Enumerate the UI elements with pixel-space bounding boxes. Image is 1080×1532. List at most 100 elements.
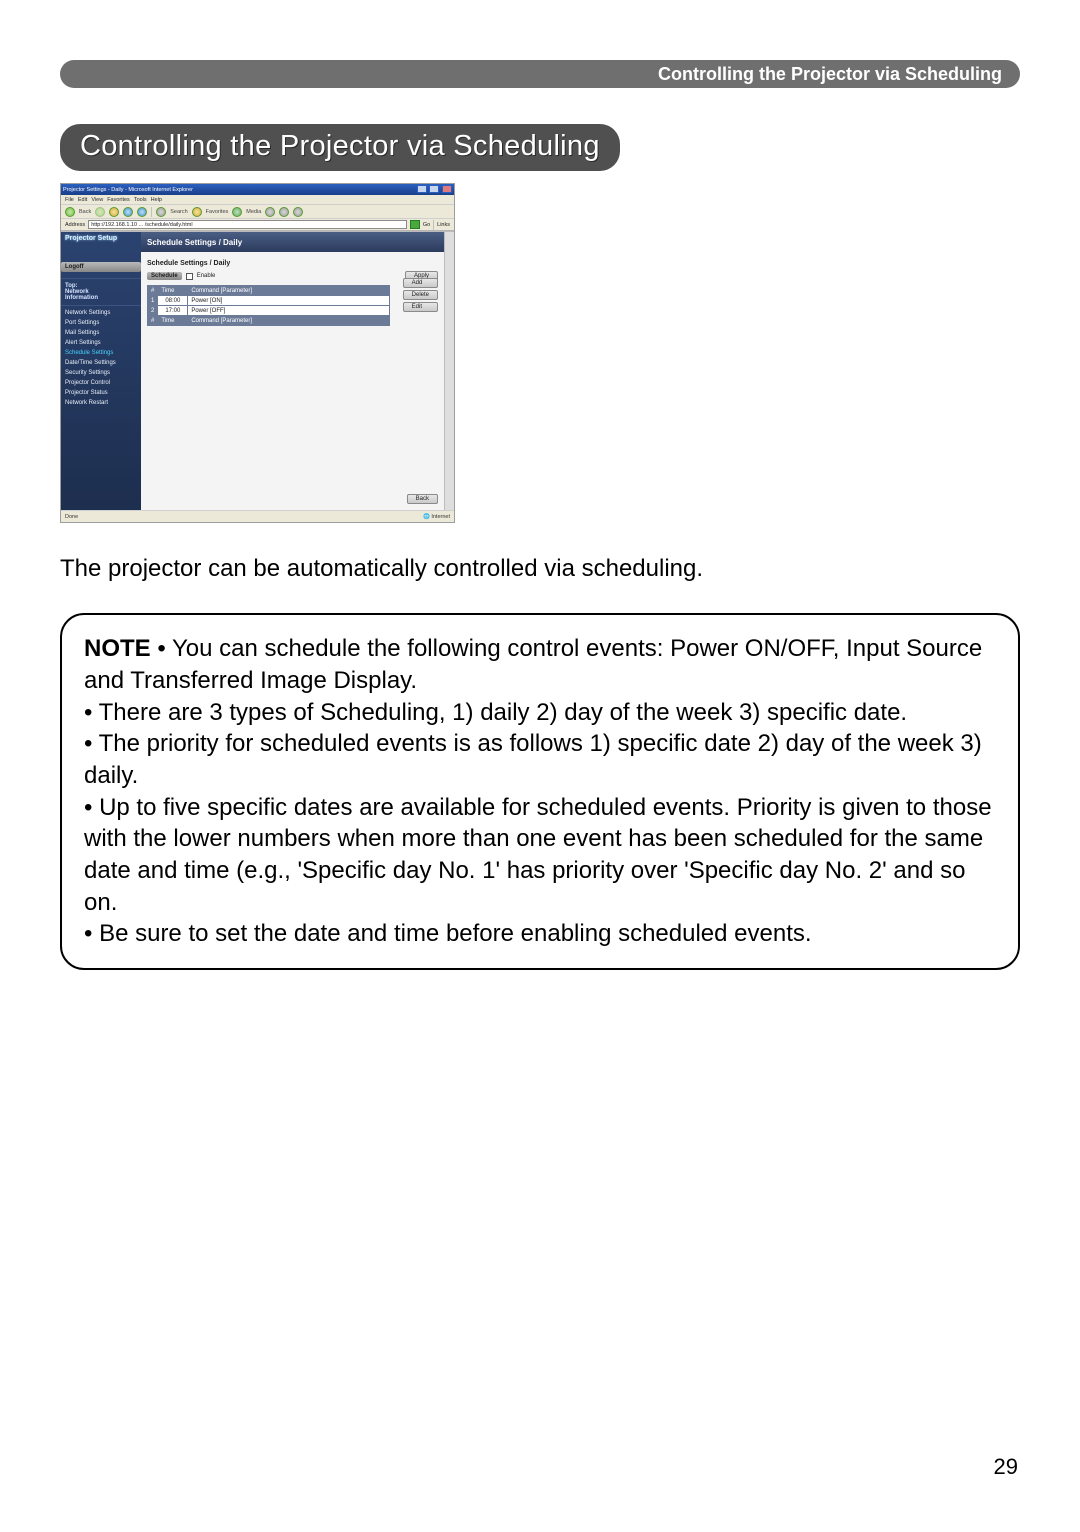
enable-label: Enable	[197, 273, 216, 279]
go-label: Go	[423, 222, 430, 228]
ie-toolbar: Back Search Favorites Media	[61, 205, 454, 219]
schedule-table: # Time Command [Parameter] 1 08:00 Power…	[147, 285, 390, 326]
table-row[interactable]: 2 17:00 Power [OFF]	[148, 306, 390, 316]
links-label[interactable]: Links	[437, 222, 450, 228]
status-right: Internet	[431, 514, 450, 520]
col-num: #	[148, 286, 158, 296]
content-title: Schedule Settings / Daily	[141, 232, 444, 256]
main-heading-text: Controlling the Projector via Scheduling	[80, 130, 600, 163]
sidebar-brand: Projector Setup	[61, 232, 141, 262]
col-command-footer: Command [Parameter]	[188, 316, 390, 326]
projector-sidebar: Projector Setup Logoff Top: Network Info…	[61, 232, 141, 510]
address-label: Address	[65, 222, 85, 228]
address-separator	[433, 220, 434, 230]
ie-window-title: Projector Settings - Daily - Microsoft I…	[63, 187, 193, 193]
address-input[interactable]: http://192.168.1.10 ... /schedule/daily.…	[88, 220, 407, 229]
right-button-stack: Apply Add Delete Edit	[403, 266, 438, 312]
page-header-bar: Controlling the Projector via Scheduling	[60, 60, 1020, 88]
col-time: Time	[158, 286, 188, 296]
sidebar-item-projector-control[interactable]: Projector Control	[61, 378, 141, 388]
toolbar-media-label: Media	[246, 209, 261, 215]
minimize-icon[interactable]	[417, 185, 427, 193]
note-line-0: • You can schedule the following control…	[84, 635, 982, 694]
enable-row: Schedule Enable Apply	[141, 269, 444, 285]
toolbar-separator	[151, 207, 152, 217]
page-header-text: Controlling the Projector via Scheduling	[658, 64, 1002, 85]
menu-tools[interactable]: Tools	[134, 197, 147, 203]
schedule-pill: Schedule	[147, 272, 182, 280]
edit-button[interactable]: Edit	[403, 302, 438, 312]
row-cmd: Power [ON]	[188, 296, 390, 306]
menu-favorites[interactable]: Favorites	[107, 197, 130, 203]
back-row: Back	[407, 496, 438, 502]
schedule-content: Schedule Settings / Daily Schedule Setti…	[141, 232, 444, 510]
toolbar-back-label: Back	[79, 209, 91, 215]
row-num: 2	[148, 306, 158, 316]
row-time: 08:00	[158, 296, 188, 306]
refresh-icon[interactable]	[123, 207, 133, 217]
ie-body: Projector Setup Logoff Top: Network Info…	[61, 231, 454, 510]
sidebar-item-projector-status[interactable]: Projector Status	[61, 388, 141, 398]
scrollbar[interactable]	[444, 232, 454, 510]
delete-button[interactable]: Delete	[403, 290, 438, 300]
sidebar-item-top-network-info[interactable]: Top: Network Information	[61, 281, 141, 303]
sidebar-separator	[61, 278, 141, 279]
menu-view[interactable]: View	[91, 197, 103, 203]
sidebar-item-security-settings[interactable]: Security Settings	[61, 368, 141, 378]
back-button[interactable]: Back	[407, 494, 438, 504]
menu-edit[interactable]: Edit	[78, 197, 87, 203]
row-time: 17:00	[158, 306, 188, 316]
sidebar-item-network-settings[interactable]: Network Settings	[61, 308, 141, 318]
table-row[interactable]: 1 08:00 Power [ON]	[148, 296, 390, 306]
content-crumb: Schedule Settings / Daily	[141, 256, 444, 269]
home-icon[interactable]	[137, 207, 147, 217]
stop-icon[interactable]	[109, 207, 119, 217]
table-header-row: # Time Command [Parameter]	[148, 286, 390, 296]
address-url: http://192.168.1.10 ... /schedule/daily.…	[91, 222, 192, 228]
col-time-footer: Time	[158, 316, 188, 326]
body-paragraph: The projector can be automatically contr…	[60, 553, 1020, 585]
sidebar-item-port-settings[interactable]: Port Settings	[61, 318, 141, 328]
row-num: 1	[148, 296, 158, 306]
note-label: NOTE	[84, 635, 151, 662]
sidebar-item-date-time-settings[interactable]: Date/Time Settings	[61, 358, 141, 368]
col-command: Command [Parameter]	[188, 286, 390, 296]
ie-menubar: File Edit View Favorites Tools Help	[61, 195, 454, 205]
logoff-button[interactable]: Logoff	[61, 262, 141, 272]
ie-addressbar: Address http://192.168.1.10 ... /schedul…	[61, 219, 454, 231]
embedded-browser-window: Projector Settings - Daily - Microsoft I…	[60, 183, 455, 523]
status-left: Done	[65, 514, 78, 520]
sidebar-item-schedule-settings[interactable]: Schedule Settings	[61, 348, 141, 358]
sidebar-item-network-restart[interactable]: Network Restart	[61, 398, 141, 408]
print-icon[interactable]	[293, 207, 303, 217]
enable-checkbox[interactable]	[186, 273, 193, 280]
add-button[interactable]: Add	[403, 278, 438, 288]
menu-help[interactable]: Help	[151, 197, 162, 203]
back-icon[interactable]	[65, 207, 75, 217]
note-line-3: • Up to five specific dates are availabl…	[84, 794, 992, 916]
sidebar-item-mail-settings[interactable]: Mail Settings	[61, 328, 141, 338]
favorites-icon[interactable]	[192, 207, 202, 217]
maximize-icon[interactable]	[429, 185, 439, 193]
document-page: Controlling the Projector via Scheduling…	[0, 0, 1080, 1532]
forward-icon[interactable]	[95, 207, 105, 217]
main-heading: Controlling the Projector via Scheduling	[60, 124, 620, 171]
note-line-4: • Be sure to set the date and time befor…	[84, 920, 812, 947]
sidebar-item-alert-settings[interactable]: Alert Settings	[61, 338, 141, 348]
window-buttons	[416, 185, 452, 195]
note-line-1: • There are 3 types of Scheduling, 1) da…	[84, 699, 907, 726]
row-cmd: Power [OFF]	[188, 306, 390, 316]
table-footer-row: # Time Command [Parameter]	[148, 316, 390, 326]
note-line-2: • The priority for scheduled events is a…	[84, 730, 982, 789]
menu-file[interactable]: File	[65, 197, 74, 203]
mail-icon[interactable]	[279, 207, 289, 217]
search-icon[interactable]	[156, 207, 166, 217]
internet-zone-icon: 🌐	[423, 514, 430, 520]
toolbar-search-label: Search	[170, 209, 187, 215]
close-icon[interactable]	[442, 185, 452, 193]
col-num-footer: #	[148, 316, 158, 326]
go-button[interactable]	[410, 220, 420, 229]
page-number: 29	[994, 1454, 1018, 1480]
media-icon[interactable]	[232, 207, 242, 217]
history-icon[interactable]	[265, 207, 275, 217]
